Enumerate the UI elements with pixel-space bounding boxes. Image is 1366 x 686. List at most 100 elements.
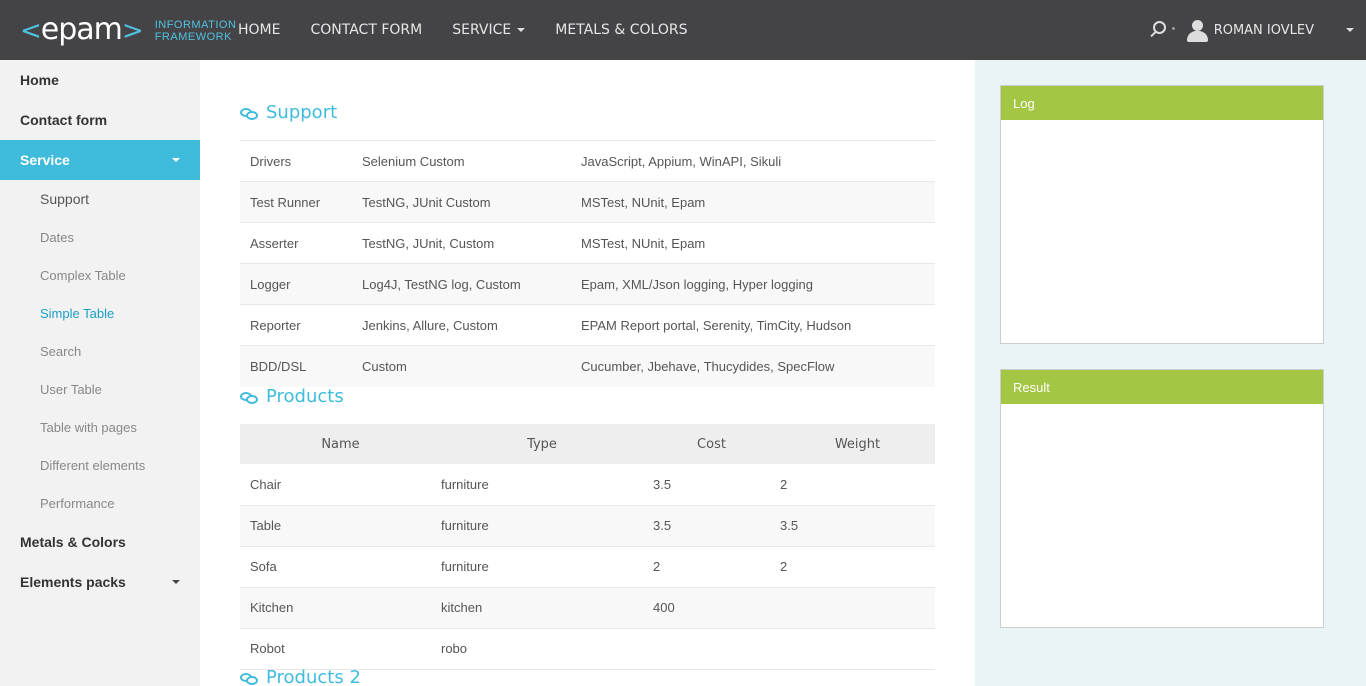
- support-cell: Jenkins, Allure, Custom: [362, 317, 498, 333]
- product-cell: 2: [780, 476, 788, 492]
- table-row: Chair furniture 3.5 2: [240, 464, 935, 505]
- chevron-down-icon: [517, 28, 526, 32]
- products-table: Name Type Cost Weight Chair furniture 3.5 2…: [240, 424, 935, 670]
- product-cell: furniture: [441, 559, 489, 574]
- sidebar-subitem-support[interactable]: Support: [0, 180, 200, 218]
- epam-logo[interactable]: <epam> INFORMATION FRAMEWORK: [20, 14, 236, 47]
- nav-service-label: SERVICE: [452, 22, 512, 38]
- column-header-cost[interactable]: Cost: [643, 424, 770, 464]
- user-area: ROMAN IOVLEV: [1148, 0, 1366, 60]
- products-title: Products: [240, 386, 344, 407]
- product-cell: 3.5: [653, 476, 672, 492]
- table-row: Reporter Jenkins, Allure, Custom EPAM Repo…: [240, 304, 935, 346]
- sidebar-item-contact-form[interactable]: Contact form: [0, 100, 200, 140]
- support-cell: MSTest, NUnit, Epam: [581, 194, 706, 210]
- table-row: Sofa furniture 2 2: [240, 546, 935, 587]
- support-cell: Test Runner: [250, 194, 321, 210]
- support-cell: Asserter: [250, 235, 299, 251]
- support-cell: Log4J, TestNG log, Custom: [362, 276, 521, 292]
- product-cell: Robot: [250, 641, 285, 656]
- nav-metals-colors[interactable]: METALS & COLORS: [555, 22, 687, 38]
- table-row: Drivers Selenium Custom JavaScript, Appium…: [240, 140, 935, 182]
- support-cell: Selenium Custom: [362, 153, 465, 169]
- support-cell: BDD/DSL: [250, 358, 307, 374]
- support-cell: MSTest, NUnit, Epam: [581, 235, 706, 251]
- sidebar: Home Contact form Service Support Dates …: [0, 60, 200, 686]
- sidebar-subitem-search[interactable]: Search: [0, 332, 200, 370]
- log-panel: Log: [1000, 85, 1324, 344]
- support-cell: Drivers: [250, 153, 292, 169]
- sidebar-subitem-performance[interactable]: Performance: [0, 484, 200, 522]
- products-header-row: Name Type Cost Weight: [240, 424, 935, 464]
- sidebar-item-elements-packs-label: Elements packs: [20, 574, 126, 590]
- support-cell: TestNG, JUnit Custom: [362, 194, 491, 210]
- product-cell: 2: [780, 559, 788, 574]
- nav-home[interactable]: HOME: [238, 22, 280, 38]
- product-cell: Chair: [250, 476, 282, 492]
- products-title-text: Products: [266, 386, 344, 407]
- chevron-down-icon: [172, 580, 180, 584]
- support-cell: Custom: [362, 358, 407, 374]
- support-title: Support: [240, 102, 337, 123]
- search-icon[interactable]: [1148, 19, 1175, 41]
- logo-subtitle-line2: FRAMEWORK: [154, 30, 232, 43]
- logo-text-epam: epam: [40, 12, 123, 47]
- logo-mark: <epam>: [20, 12, 144, 47]
- support-table: Drivers Selenium Custom JavaScript, Appium…: [240, 140, 935, 387]
- nav-service[interactable]: SERVICE: [452, 22, 526, 38]
- table-row: Kitchen kitchen 400: [240, 587, 935, 628]
- product-cell: [643, 628, 770, 669]
- product-cell: 3.5: [653, 518, 672, 533]
- comments-icon: [240, 390, 258, 404]
- product-cell: 3.5: [780, 518, 799, 533]
- product-cell: [770, 587, 935, 628]
- product-cell: furniture: [441, 518, 489, 533]
- support-cell: EPAM Report portal, Serenity, TimCity, H…: [581, 317, 852, 333]
- table-row: Asserter TestNG, JUnit, Custom MSTest, NUn…: [240, 222, 935, 264]
- support-cell: Epam, XML/Json logging, Hyper logging: [581, 276, 813, 292]
- log-panel-title: Log: [1001, 86, 1323, 120]
- column-header-type[interactable]: Type: [431, 424, 643, 464]
- sidebar-subitem-different-elements[interactable]: Different elements: [0, 446, 200, 484]
- sidebar-item-metals-colors[interactable]: Metals & Colors: [0, 522, 200, 562]
- sidebar-item-elements-packs[interactable]: Elements packs: [0, 562, 200, 602]
- right-sidebar: Log Result: [975, 60, 1366, 686]
- user-avatar-icon[interactable]: [1186, 18, 1208, 42]
- sidebar-subitem-user-table[interactable]: User Table: [0, 370, 200, 408]
- logo-subtitle-line1: INFORMATION: [154, 18, 237, 31]
- support-cell: JavaScript, Appium, WinAPI, Sikuli: [581, 153, 782, 169]
- column-header-weight[interactable]: Weight: [770, 424, 935, 464]
- sidebar-subitem-table-with-pages[interactable]: Table with pages: [0, 408, 200, 446]
- products2-title: Products 2: [240, 667, 361, 686]
- chevron-down-icon: [172, 158, 180, 162]
- product-cell: robo: [441, 641, 468, 656]
- table-row: Logger Log4J, TestNG log, Custom Epam, XML…: [240, 263, 935, 305]
- product-cell: [770, 628, 935, 669]
- sidebar-subitem-dates[interactable]: Dates: [0, 218, 200, 256]
- user-menu-chevron-icon[interactable]: [1346, 28, 1354, 32]
- top-header: <epam> INFORMATION FRAMEWORK HOME CONTAC…: [0, 0, 1366, 60]
- support-cell: Logger: [250, 276, 291, 292]
- sidebar-item-home[interactable]: Home: [0, 60, 200, 100]
- nav-contact-form[interactable]: CONTACT FORM: [310, 22, 422, 38]
- logo-subtitle: INFORMATION FRAMEWORK: [155, 19, 237, 43]
- comments-icon: [240, 671, 258, 685]
- product-cell: furniture: [441, 476, 489, 492]
- product-cell: 2: [653, 559, 661, 574]
- user-name[interactable]: ROMAN IOVLEV: [1214, 23, 1314, 38]
- product-cell: 400: [653, 600, 675, 615]
- result-panel-title: Result: [1001, 370, 1323, 404]
- sidebar-item-service[interactable]: Service: [0, 140, 200, 180]
- sidebar-item-service-label: Service: [20, 152, 70, 168]
- sidebar-subitem-complex-table[interactable]: Complex Table: [0, 256, 200, 294]
- table-row: BDD/DSL Custom Cucumber, Jbehave, Thucydid…: [240, 345, 935, 387]
- products2-title-text: Products 2: [266, 667, 361, 686]
- support-title-text: Support: [266, 102, 338, 123]
- product-cell: Kitchen: [250, 600, 294, 615]
- sidebar-subitem-simple-table[interactable]: Simple Table: [0, 294, 200, 332]
- result-panel: Result: [1000, 369, 1324, 628]
- product-cell: kitchen: [441, 600, 483, 615]
- main-content: Support Drivers Selenium Custom JavaScript…: [200, 60, 975, 686]
- table-row: Robot robo: [240, 628, 935, 669]
- column-header-name[interactable]: Name: [240, 424, 431, 464]
